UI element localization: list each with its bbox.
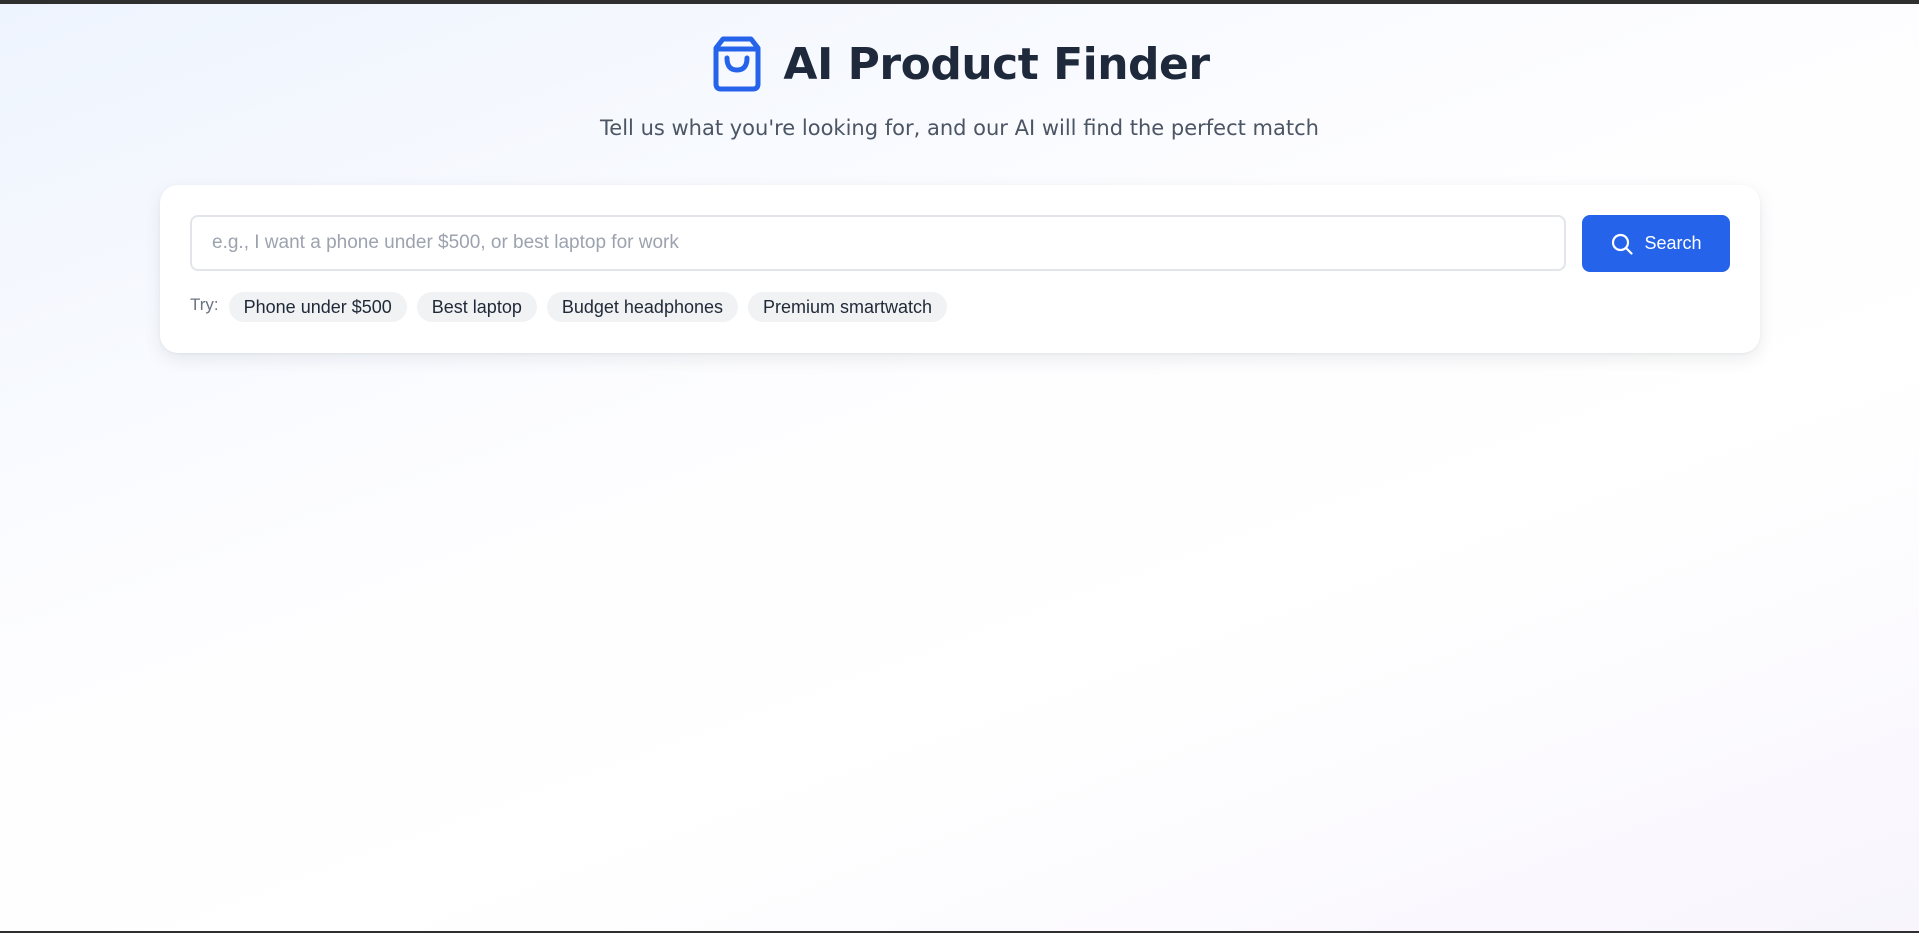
suggestion-chip-smartwatch[interactable]: Premium smartwatch: [748, 292, 948, 322]
search-input[interactable]: [190, 215, 1566, 271]
suggestion-chip-laptop[interactable]: Best laptop: [416, 292, 537, 322]
page-subtitle: Tell us what you're looking for, and our…: [600, 116, 1319, 140]
window-top-border: [0, 0, 1919, 4]
suggestion-chip-phone[interactable]: Phone under $500: [228, 292, 407, 322]
search-button[interactable]: Search: [1582, 215, 1730, 272]
search-icon: [1610, 232, 1634, 256]
app-header: AI Product Finder: [0, 36, 1919, 92]
shopping-bag-icon: [709, 36, 765, 92]
search-button-label: Search: [1644, 233, 1702, 253]
suggestion-chip-headphones[interactable]: Budget headphones: [546, 292, 738, 322]
search-card: Search Try: Phone under $500 Best laptop…: [160, 185, 1760, 353]
suggestion-list: Try: Phone under $500 Best laptop Budget…: [190, 292, 948, 322]
try-label: Try:: [190, 295, 219, 314]
page-title: AI Product Finder: [783, 38, 1210, 90]
